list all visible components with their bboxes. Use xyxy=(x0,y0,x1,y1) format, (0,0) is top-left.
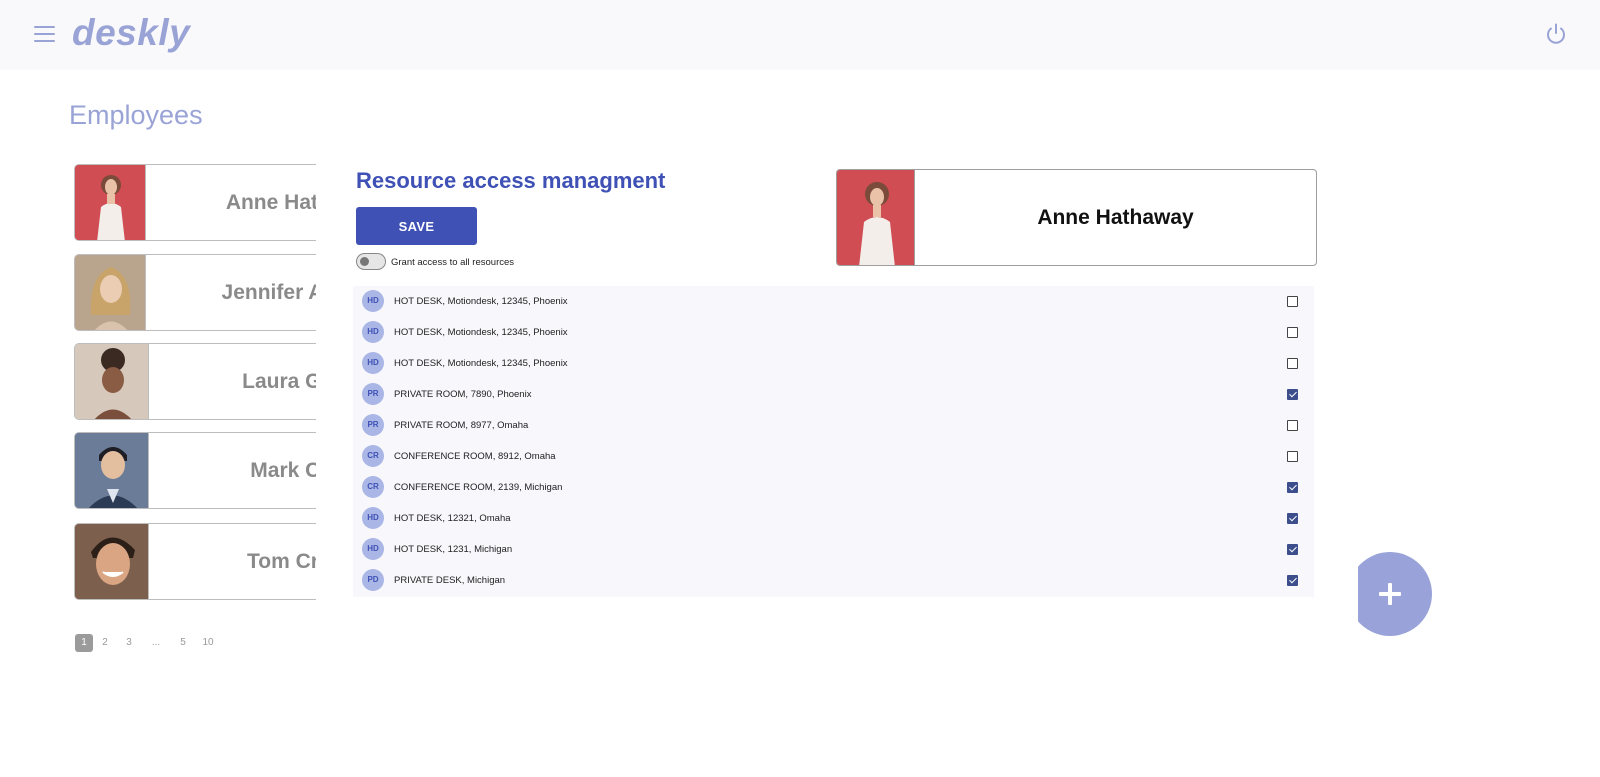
page-ellipsis: ... xyxy=(151,637,161,648)
add-employee-fab-container xyxy=(1358,552,1432,636)
grant-all-toggle[interactable] xyxy=(356,253,386,270)
grant-all-label: Grant access to all resources xyxy=(391,257,515,268)
resource-label: PRIVATE DESK, Michigan xyxy=(394,575,506,586)
resource-access-checkbox[interactable] xyxy=(1287,544,1298,555)
page-button[interactable]: 10 xyxy=(198,634,218,652)
employee-photo xyxy=(75,524,149,599)
employee-photo xyxy=(75,255,146,330)
resource-type-badge: PD xyxy=(362,569,384,591)
page-button[interactable]: 3 xyxy=(122,634,136,652)
resource-type-badge: HD xyxy=(362,507,384,529)
employee-card[interactable]: Jennifer Aniston xyxy=(74,254,316,331)
resource-label: HOT DESK, 1231, Michigan xyxy=(394,544,513,555)
resource-row[interactable]: HD HOT DESK, 12321, Omaha xyxy=(353,503,1314,534)
resource-row[interactable]: HD HOT DESK, Motiondesk, 12345, Phoenix xyxy=(353,348,1314,379)
resource-type-badge: HD xyxy=(362,352,384,374)
employee-name: Jennifer Aniston xyxy=(221,280,316,304)
employee-name: Mark Clark xyxy=(250,458,316,482)
resource-label: HOT DESK, Motiondesk, 12345, Phoenix xyxy=(394,358,568,369)
employee-name: Anne Hathaway xyxy=(225,190,316,214)
hamburger-menu-icon[interactable] xyxy=(34,25,55,43)
employee-photo xyxy=(75,165,146,240)
employee-photo xyxy=(75,344,149,419)
page-button[interactable]: 1 xyxy=(75,634,93,652)
employee-card[interactable]: Tom Cruise xyxy=(74,523,316,600)
resource-access-checkbox[interactable] xyxy=(1287,575,1298,586)
resource-type-badge: HD xyxy=(362,290,384,312)
resource-access-checkbox[interactable] xyxy=(1287,296,1298,307)
save-button[interactable]: SAVE xyxy=(356,207,477,245)
page-title: Employees xyxy=(69,100,203,130)
employee-card[interactable]: Mark Clark xyxy=(74,432,316,509)
toggle-knob xyxy=(360,257,369,266)
employee-card[interactable]: Anne Hathaway xyxy=(74,164,316,241)
page-button[interactable]: 5 xyxy=(176,634,190,652)
app-logo[interactable]: deskly xyxy=(72,12,190,54)
add-employee-button[interactable] xyxy=(1358,552,1432,636)
selected-employee-photo xyxy=(837,170,915,265)
resource-access-checkbox[interactable] xyxy=(1287,327,1298,338)
resource-row[interactable]: PR PRIVATE ROOM, 7890, Phoenix xyxy=(353,379,1314,410)
resource-access-checkbox[interactable] xyxy=(1287,389,1298,400)
resource-row[interactable]: CR CONFERENCE ROOM, 2139, Michigan xyxy=(353,472,1314,503)
resource-type-badge: PR xyxy=(362,383,384,405)
selected-employee-card: Anne Hathaway xyxy=(836,169,1317,266)
employee-card[interactable]: Laura Green xyxy=(74,343,316,420)
resource-type-badge: HD xyxy=(362,321,384,343)
resource-row[interactable]: HD HOT DESK, Motiondesk, 12345, Phoenix xyxy=(353,317,1314,348)
employee-photo xyxy=(75,433,149,508)
resource-label: PRIVATE ROOM, 8977, Omaha xyxy=(394,420,529,431)
resource-row[interactable]: PR PRIVATE ROOM, 8977, Omaha xyxy=(353,410,1314,441)
resource-access-checkbox[interactable] xyxy=(1287,420,1298,431)
resource-row[interactable]: HD HOT DESK, Motiondesk, 12345, Phoenix xyxy=(353,286,1314,317)
top-app-bar: deskly xyxy=(0,0,1600,70)
resource-row[interactable]: CR CONFERENCE ROOM, 8912, Omaha xyxy=(353,441,1314,472)
employee-name: Laura Green xyxy=(242,369,316,393)
resource-label: CONFERENCE ROOM, 8912, Omaha xyxy=(394,451,556,462)
power-icon[interactable] xyxy=(1544,22,1568,46)
resource-access-checkbox[interactable] xyxy=(1287,358,1298,369)
resource-label: CONFERENCE ROOM, 2139, Michigan xyxy=(394,482,563,493)
resource-type-badge: CR xyxy=(362,445,384,467)
resource-label: HOT DESK, Motiondesk, 12345, Phoenix xyxy=(394,296,568,307)
resource-row[interactable]: HD HOT DESK, 1231, Michigan xyxy=(353,534,1314,565)
resource-label: HOT DESK, 12321, Omaha xyxy=(394,513,511,524)
resource-label: PRIVATE ROOM, 7890, Phoenix xyxy=(394,389,532,400)
dialog-title: Resource access managment xyxy=(356,168,666,193)
employee-list: Anne Hathaway Jennifer Aniston Laura Gre… xyxy=(74,164,316,614)
resource-row[interactable]: PD PRIVATE DESK, Michigan xyxy=(353,565,1314,596)
resource-type-badge: HD xyxy=(362,538,384,560)
resource-access-checkbox[interactable] xyxy=(1287,451,1298,462)
resource-list: HD HOT DESK, Motiondesk, 12345, Phoenix HD… xyxy=(353,286,1314,597)
resource-type-badge: PR xyxy=(362,414,384,436)
resource-label: HOT DESK, Motiondesk, 12345, Phoenix xyxy=(394,327,568,338)
resource-type-badge: CR xyxy=(362,476,384,498)
selected-employee-name: Anne Hathaway xyxy=(1037,205,1194,229)
employee-name: Tom Cruise xyxy=(247,549,316,573)
resource-access-checkbox[interactable] xyxy=(1287,482,1298,493)
resource-access-checkbox[interactable] xyxy=(1287,513,1298,524)
page-button[interactable]: 2 xyxy=(98,634,112,652)
